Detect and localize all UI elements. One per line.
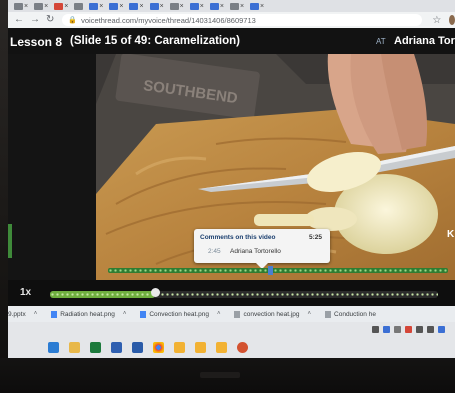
slide-info: (Slide 15 of 49: Caramelization) bbox=[70, 35, 240, 47]
tray-icon[interactable] bbox=[383, 326, 390, 333]
tray-icon[interactable] bbox=[438, 326, 445, 333]
tab-close-icon[interactable]: × bbox=[180, 3, 184, 10]
voicethread-header: Lesson 8 (Slide 15 of 49: Caramelization… bbox=[8, 28, 455, 54]
video-progress-bar[interactable] bbox=[108, 266, 448, 275]
tab-icon[interactable] bbox=[149, 2, 159, 10]
download-item[interactable]: Convection heat.png ˄ bbox=[140, 310, 221, 318]
chevron-up-icon[interactable]: ˄ bbox=[308, 311, 312, 317]
file-explorer-icon[interactable] bbox=[69, 341, 80, 353]
image-file-icon bbox=[325, 310, 332, 318]
download-name: 9.pptx bbox=[8, 310, 26, 318]
warning-app-icon[interactable] bbox=[174, 341, 185, 353]
chevron-up-icon[interactable]: ˄ bbox=[217, 311, 221, 317]
tab-strip: × × × × × × × × × × × × bbox=[8, 0, 455, 12]
tab-icon[interactable] bbox=[189, 2, 199, 10]
address-bar-row: ← → ↻ 🔒 voicethread.com/myvoice/thread/1… bbox=[8, 12, 455, 28]
warning-app-icon[interactable] bbox=[216, 341, 227, 353]
excel-icon[interactable] bbox=[90, 341, 101, 353]
tab-icon[interactable] bbox=[89, 2, 99, 10]
download-name: Convection heat.png bbox=[149, 310, 209, 318]
comment-timestamp[interactable]: 2:45 bbox=[208, 248, 221, 255]
left-panel bbox=[8, 54, 96, 280]
powerpoint-icon[interactable] bbox=[237, 341, 248, 353]
tab-close-icon[interactable]: × bbox=[99, 3, 103, 10]
download-item[interactable]: Radiation heat.png ˄ bbox=[51, 310, 127, 318]
tray-icon[interactable] bbox=[405, 326, 412, 333]
tab-close-icon[interactable]: × bbox=[24, 3, 28, 10]
tab-icon[interactable] bbox=[34, 2, 44, 10]
tab-icon[interactable] bbox=[109, 2, 119, 10]
tab-icon[interactable] bbox=[209, 2, 219, 10]
progress-dots bbox=[50, 293, 438, 296]
reload-icon[interactable]: ↻ bbox=[46, 15, 54, 25]
lock-icon: 🔒 bbox=[68, 17, 78, 24]
tab-close-icon[interactable]: × bbox=[64, 3, 68, 10]
tab-close-icon[interactable]: × bbox=[119, 3, 123, 10]
download-name: Radiation heat.png bbox=[60, 310, 115, 318]
chevron-up-icon[interactable]: ˄ bbox=[123, 311, 127, 317]
screen: × × × × × × × × × × × × ← → ↻ 🔒 voicethr… bbox=[8, 0, 455, 358]
forward-icon[interactable]: → bbox=[30, 15, 40, 25]
outlook-icon[interactable] bbox=[111, 341, 122, 353]
tab-close-icon[interactable]: × bbox=[44, 3, 48, 10]
comments-popup[interactable]: Comments on this video 5:25 2:45 Adriana… bbox=[194, 229, 330, 269]
image-file-icon bbox=[51, 310, 58, 318]
word-icon[interactable] bbox=[132, 341, 143, 353]
laptop-logo bbox=[200, 372, 240, 378]
url-input[interactable]: 🔒 voicethread.com/myvoice/thread/1403140… bbox=[62, 14, 423, 26]
download-item[interactable]: Conduction he bbox=[325, 310, 376, 318]
tab-icon[interactable] bbox=[14, 2, 23, 10]
tray-icon[interactable] bbox=[394, 326, 401, 333]
tray-icon[interactable] bbox=[427, 326, 434, 333]
side-marker bbox=[8, 224, 12, 258]
tab-close-icon[interactable]: × bbox=[160, 3, 164, 10]
tab-close-icon[interactable]: × bbox=[200, 3, 204, 10]
chevron-up-icon[interactable]: ˄ bbox=[34, 311, 38, 317]
player-controls: 1x bbox=[8, 280, 455, 306]
tab-icon[interactable] bbox=[74, 2, 84, 10]
lesson-title: Lesson 8 bbox=[10, 35, 63, 49]
comments-popup-title: Comments on this video bbox=[200, 234, 276, 241]
url-text: voicethread.com/myvoice/thread/14031406/… bbox=[81, 15, 256, 25]
author-initials-badge: AT bbox=[376, 37, 386, 46]
pinned-apps bbox=[48, 340, 258, 354]
bookmark-star-icon[interactable]: ☆ bbox=[432, 15, 441, 26]
system-tray bbox=[372, 326, 449, 333]
download-item[interactable]: convection heat.jpg ˄ bbox=[234, 310, 312, 318]
tab-close-icon[interactable]: × bbox=[260, 3, 264, 10]
image-file-icon bbox=[234, 310, 241, 318]
tab-icon[interactable] bbox=[169, 2, 179, 10]
thread-progress-track[interactable] bbox=[50, 288, 438, 298]
comment-marker[interactable] bbox=[268, 266, 273, 275]
image-file-icon bbox=[140, 310, 147, 318]
tray-icon[interactable] bbox=[416, 326, 423, 333]
author-name: Adriana Tortor bbox=[394, 35, 455, 47]
commenter-name[interactable]: Adriana Tortorello bbox=[230, 248, 281, 255]
download-item[interactable]: 9.pptx ˄ bbox=[8, 311, 37, 318]
tab-close-icon[interactable]: × bbox=[139, 3, 143, 10]
tab-icon[interactable] bbox=[229, 2, 239, 10]
tab-icon[interactable] bbox=[250, 2, 260, 10]
downloads-shelf: 9.pptx ˄ Radiation heat.png ˄ Convection h… bbox=[8, 306, 455, 322]
warning-app-icon[interactable] bbox=[195, 341, 206, 353]
playback-speed[interactable]: 1x bbox=[20, 287, 31, 298]
gmail-tab-icon[interactable] bbox=[54, 2, 64, 10]
profile-avatar[interactable] bbox=[449, 15, 455, 25]
download-name: convection heat.jpg bbox=[243, 310, 300, 318]
taskbar bbox=[8, 322, 455, 358]
chrome-icon[interactable] bbox=[153, 341, 164, 353]
tray-icon[interactable] bbox=[372, 326, 379, 333]
tab-close-icon[interactable]: × bbox=[240, 3, 244, 10]
back-icon[interactable]: ← bbox=[14, 15, 24, 25]
progress-knob[interactable] bbox=[150, 288, 160, 297]
progress-dots bbox=[108, 269, 448, 272]
video-duration: 5:25 bbox=[308, 234, 322, 241]
tab-icon[interactable] bbox=[129, 2, 139, 10]
side-edge-text: K bbox=[447, 229, 455, 240]
tab-close-icon[interactable]: × bbox=[220, 3, 224, 10]
download-name: Conduction he bbox=[334, 310, 376, 318]
edge-icon[interactable] bbox=[48, 341, 59, 353]
